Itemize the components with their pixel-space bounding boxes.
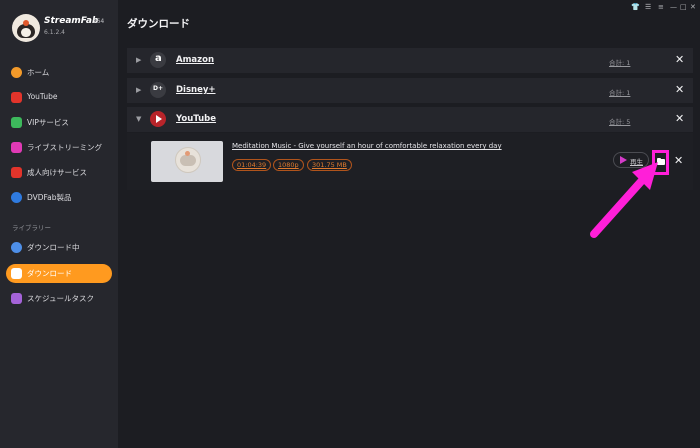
page-title: ダウンロード <box>127 18 190 30</box>
sidebar-item-home[interactable]: ホーム <box>6 63 112 82</box>
group-row-disney[interactable]: ▶ D+ Disney+ 合計: 1 ✕ <box>127 78 693 103</box>
adult-icon <box>11 167 22 178</box>
sidebar-item-label: ダウンロード <box>27 269 72 278</box>
sidebar-item-adult[interactable]: 成人向けサービス <box>6 163 112 182</box>
chevron-right-icon[interactable]: ▶ <box>136 56 141 64</box>
sidebar-item-live-streaming[interactable]: ライブストリーミング <box>6 138 112 157</box>
amazon-icon: a <box>150 52 166 68</box>
menu-icon[interactable]: ≡ <box>658 3 664 11</box>
brand-arch: x64 <box>93 18 105 25</box>
sidebar-item-label: スケジュールタスク <box>27 294 94 303</box>
group-total[interactable]: 合計: 1 <box>609 57 630 67</box>
youtube-icon <box>150 111 166 127</box>
camera-icon <box>11 142 22 153</box>
group-name[interactable]: Amazon <box>176 55 214 65</box>
close-icon[interactable]: ✕ <box>674 154 683 167</box>
shirt-icon[interactable]: 👕 <box>631 3 640 11</box>
chevron-right-icon[interactable]: ▶ <box>136 86 141 94</box>
dvdfab-icon <box>11 192 22 203</box>
sidebar-item-vip[interactable]: VIPサービス <box>6 113 112 132</box>
sidebar-item-label: VIPサービス <box>27 118 69 127</box>
close-icon[interactable]: ✕ <box>675 53 684 66</box>
sidebar-item-downloading[interactable]: ダウンロード中 <box>6 238 112 257</box>
disney-icon: D+ <box>150 82 166 98</box>
chevron-down-icon[interactable]: ▼ <box>136 115 141 123</box>
streamfab-logo-icon <box>12 14 40 42</box>
group-name[interactable]: Disney+ <box>176 85 216 95</box>
close-icon[interactable]: ✕ <box>675 112 684 125</box>
video-title[interactable]: Meditation Music - Give yourself an hour… <box>232 142 502 150</box>
sidebar-item-label: YouTube <box>27 92 58 101</box>
duration-badge: 01:04:39 <box>232 159 272 171</box>
sidebar-item-label: 成人向けサービス <box>27 168 87 177</box>
sidebar-item-label: ホーム <box>27 68 50 77</box>
annotation-arrow-icon <box>590 162 658 238</box>
app-version: 6.1.2.4 <box>44 29 65 36</box>
size-badge: 301.75 MB <box>307 159 352 171</box>
key-icon <box>11 117 22 128</box>
home-icon <box>11 67 22 78</box>
sidebar-item-label: ダウンロード中 <box>27 243 80 252</box>
brand-name: StreamFab <box>44 16 99 26</box>
group-total[interactable]: 合計: 1 <box>609 87 630 97</box>
close-icon[interactable]: ✕ <box>675 83 684 96</box>
video-thumbnail[interactable] <box>151 141 223 182</box>
sidebar-item-scheduled-tasks[interactable]: スケジュールタスク <box>6 289 112 308</box>
download-arrow-icon <box>11 242 22 253</box>
sidebar-item-downloaded[interactable]: ダウンロード <box>6 264 112 283</box>
minimize-icon[interactable]: — <box>670 3 677 11</box>
calendar-icon <box>11 293 22 304</box>
group-row-amazon[interactable]: ▶ a Amazon 合計: 1 ✕ <box>127 48 693 73</box>
sidebar-item-label: ライブストリーミング <box>27 143 102 152</box>
youtube-icon <box>11 92 22 103</box>
sidebar-item-label: DVDFab製品 <box>27 193 72 202</box>
close-icon[interactable]: ✕ <box>690 3 696 11</box>
group-name[interactable]: YouTube <box>176 114 216 124</box>
sidebar-item-youtube[interactable]: YouTube <box>6 88 112 107</box>
resolution-badge: 1080p <box>273 159 304 171</box>
sidebar-item-dvdfab[interactable]: DVDFab製品 <box>6 188 112 207</box>
list-icon[interactable]: ☰ <box>645 3 651 11</box>
download-folder-icon <box>11 268 22 279</box>
sidebar: StreamFab x64 6.1.2.4 ホーム YouTube VIPサービ… <box>0 0 118 448</box>
maximize-icon[interactable]: □ <box>680 3 687 11</box>
group-total[interactable]: 合計: 5 <box>609 116 630 126</box>
library-section-label: ライブラリー <box>12 224 51 232</box>
group-row-youtube[interactable]: ▼ YouTube 合計: 5 ✕ <box>127 107 693 132</box>
brand: StreamFab x64 6.1.2.4 <box>12 14 116 44</box>
